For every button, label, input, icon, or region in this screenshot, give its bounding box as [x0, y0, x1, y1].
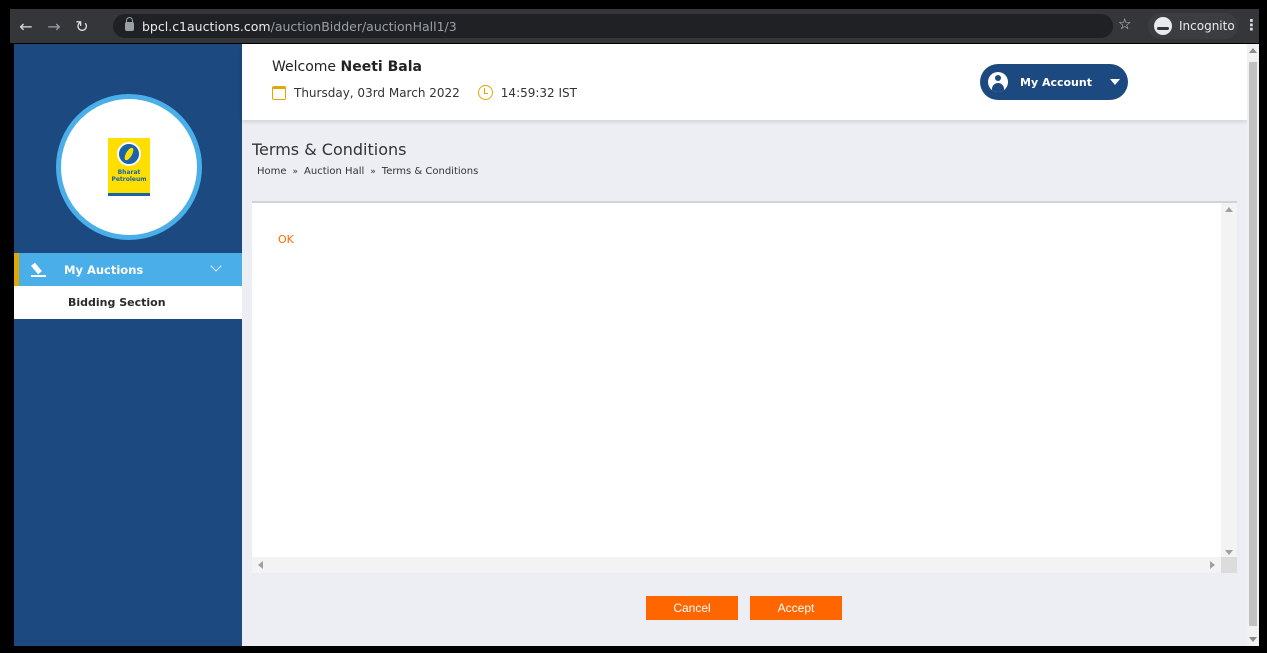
- breadcrumb-home[interactable]: Home: [257, 166, 287, 177]
- logo-emblem-icon: [117, 142, 141, 166]
- welcome-text: Welcome Neeti Bala: [272, 59, 422, 75]
- browser-menu-icon[interactable]: ⋮: [1244, 16, 1259, 34]
- page-scroll-up-icon[interactable]: [1249, 48, 1257, 53]
- sidebar: Bharat Petroleum My Auctions Bidding Sec…: [14, 44, 242, 646]
- terms-horizontal-scrollbar[interactable]: [252, 557, 1221, 573]
- reload-icon[interactable]: ↻: [70, 14, 94, 38]
- scroll-left-icon[interactable]: [258, 561, 263, 569]
- date-time: Thursday, 03rd March 2022 14:59:32 IST: [272, 85, 577, 100]
- main-content: Welcome Neeti Bala Thursday, 03rd March …: [242, 44, 1247, 646]
- company-logo: Bharat Petroleum: [56, 94, 202, 240]
- incognito-badge[interactable]: Incognito: [1148, 13, 1238, 39]
- terms-content-panel[interactable]: OK: [252, 201, 1237, 573]
- sidebar-item-label: My Auctions: [64, 262, 144, 277]
- back-arrow-icon[interactable]: ←: [14, 14, 38, 38]
- page-title: Terms & Conditions: [252, 140, 407, 159]
- page-header: Welcome Neeti Bala Thursday, 03rd March …: [242, 44, 1247, 120]
- calendar-icon: [272, 85, 286, 100]
- current-time: 14:59:32 IST: [500, 85, 577, 100]
- sidebar-subitem-bidding-section[interactable]: Bidding Section: [14, 286, 242, 319]
- logo-bar: [108, 193, 150, 196]
- url-path: /auctionBidder/auctionHall1/3: [270, 18, 457, 34]
- breadcrumb-separator: »: [370, 166, 376, 177]
- page-scrollbar[interactable]: [1247, 44, 1259, 646]
- alarm-clock-icon: [477, 85, 493, 100]
- breadcrumb-auction-hall[interactable]: Auction Hall: [304, 166, 364, 177]
- page-scroll-down-icon[interactable]: [1249, 637, 1257, 642]
- address-bar[interactable]: bpcl.c1auctions.com/auctionBidder/auctio…: [113, 14, 1113, 38]
- accept-button[interactable]: Accept: [750, 596, 842, 620]
- page-scroll-thumb[interactable]: [1249, 62, 1257, 626]
- page: Bharat Petroleum My Auctions Bidding Sec…: [14, 44, 1259, 646]
- my-account-label: My Account: [1020, 75, 1092, 89]
- terms-vertical-scrollbar[interactable]: [1221, 203, 1237, 559]
- url-host: bpcl.c1auctions.com: [142, 18, 271, 34]
- cancel-button[interactable]: Cancel: [646, 596, 738, 620]
- scroll-down-icon[interactable]: [1225, 550, 1233, 555]
- bookmark-star-icon[interactable]: ☆: [1118, 15, 1131, 33]
- bpcl-logo: Bharat Petroleum: [108, 138, 150, 196]
- user-avatar-icon: [988, 72, 1008, 92]
- incognito-icon: [1154, 17, 1172, 35]
- sidebar-subitem-label: Bidding Section: [68, 296, 166, 309]
- breadcrumb-separator: »: [292, 166, 299, 177]
- user-name: Neeti Bala: [340, 59, 422, 75]
- lock-icon: [125, 16, 134, 31]
- caret-down-icon: [1109, 79, 1120, 85]
- scrollbar-corner: [1221, 557, 1237, 573]
- terms-text: OK: [278, 233, 294, 246]
- incognito-label: Incognito: [1179, 19, 1235, 33]
- breadcrumb-current: Terms & Conditions: [381, 166, 479, 177]
- scroll-up-icon[interactable]: [1225, 207, 1233, 212]
- gavel-icon: [31, 263, 47, 277]
- forward-arrow-icon[interactable]: →: [42, 14, 66, 38]
- my-account-button[interactable]: My Account: [980, 64, 1128, 100]
- logo-text: Bharat Petroleum: [111, 169, 147, 183]
- browser-toolbar: ← → ↻ bpcl.c1auctions.com/auctionBidder/…: [10, 9, 1259, 43]
- current-date: Thursday, 03rd March 2022: [294, 85, 460, 100]
- sidebar-item-my-auctions[interactable]: My Auctions: [14, 253, 242, 286]
- scroll-right-icon[interactable]: [1210, 561, 1215, 569]
- chevron-down-icon: [210, 260, 222, 272]
- breadcrumb: Home » Auction Hall » Terms & Conditions: [257, 166, 478, 177]
